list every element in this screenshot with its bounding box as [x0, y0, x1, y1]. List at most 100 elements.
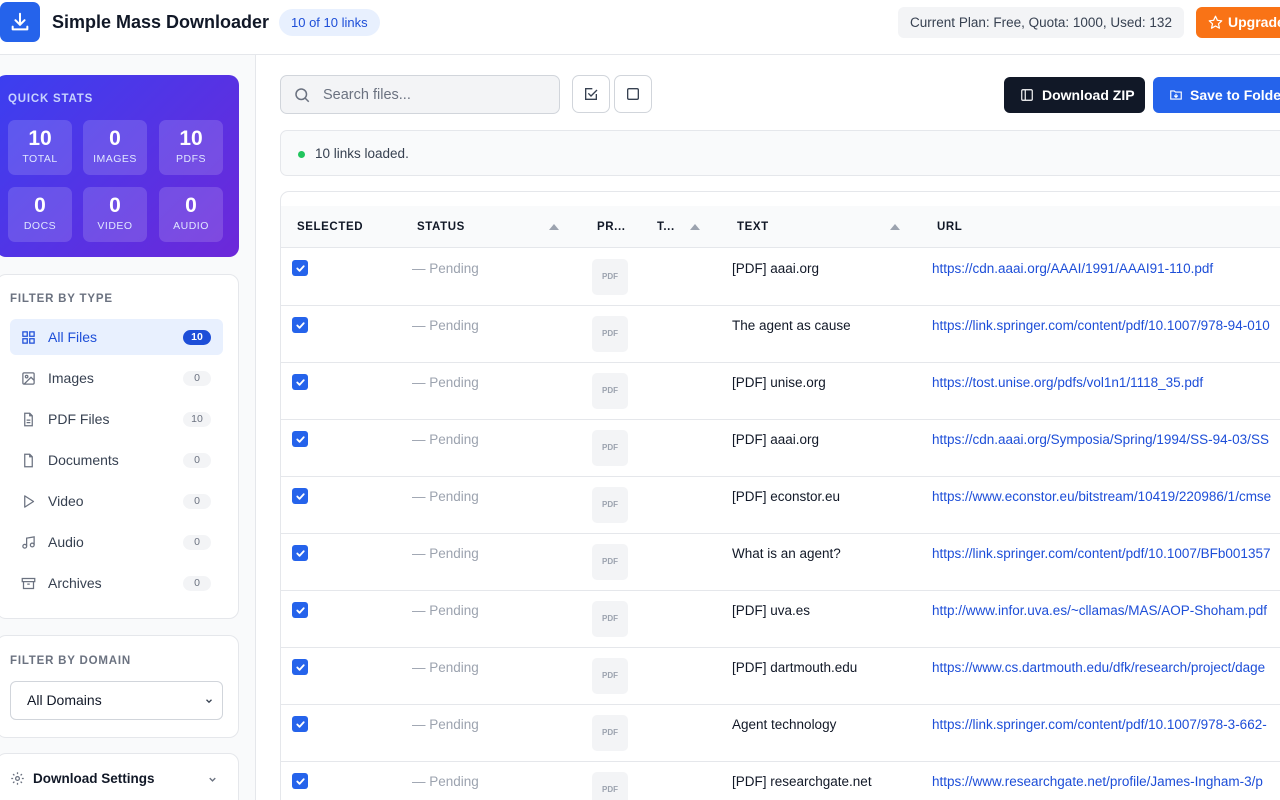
table-row[interactable]: — Pending PDF What is an agent? https://lin… — [281, 534, 1280, 591]
row-checkbox[interactable] — [292, 374, 308, 390]
star-icon — [1208, 15, 1223, 29]
row-checkbox[interactable] — [292, 716, 308, 732]
checkmark-icon — [295, 663, 305, 671]
row-checkbox[interactable] — [292, 602, 308, 618]
row-status: — Pending — [412, 717, 479, 732]
stat-label: TOTAL — [22, 153, 58, 165]
row-url-link[interactable]: https://link.springer.com/content/pdf/10… — [932, 318, 1280, 333]
filter-images[interactable]: Images 0 — [10, 360, 223, 396]
table-row[interactable]: — Pending PDF The agent as cause https://li… — [281, 306, 1280, 363]
filter-label: Documents — [48, 452, 119, 468]
row-status: — Pending — [412, 546, 479, 561]
filter-by-type-panel: FILTER BY TYPE All Files 10 Images 0 PDF… — [0, 274, 239, 619]
search-input[interactable] — [323, 76, 553, 113]
filter-by-domain-panel: FILTER BY DOMAIN All Domains — [0, 635, 239, 738]
upgrade-button[interactable]: Upgrade — [1196, 7, 1280, 38]
download-settings-panel[interactable]: Download Settings — [0, 753, 239, 800]
row-checkbox[interactable] — [292, 773, 308, 789]
row-text: What is an agent? — [732, 546, 841, 561]
row-checkbox[interactable] — [292, 545, 308, 561]
column-preview[interactable]: PR... — [597, 206, 626, 248]
stat-images: 0 IMAGES — [83, 120, 147, 175]
pdf-thumbnail: PDF — [592, 259, 628, 295]
table-row[interactable]: — Pending PDF [PDF] dartmouth.edu https://w… — [281, 648, 1280, 705]
row-checkbox[interactable] — [292, 659, 308, 675]
column-type[interactable]: T... — [657, 206, 675, 248]
column-selected[interactable]: SELECTED — [297, 206, 363, 248]
row-status: — Pending — [412, 774, 479, 789]
pdf-thumbnail: PDF — [592, 430, 628, 466]
row-status: — Pending — [412, 375, 479, 390]
select-all-button[interactable] — [572, 75, 610, 113]
gear-icon — [11, 772, 24, 785]
row-text: [PDF] aaai.org — [732, 432, 820, 447]
row-url-link[interactable]: https://www.econstor.eu/bitstream/10419/… — [932, 489, 1280, 504]
checkmark-icon — [295, 378, 305, 386]
save-to-folder-button[interactable]: Save to Folder — [1153, 77, 1280, 113]
status-dot-icon — [298, 151, 305, 158]
filter-label: Audio — [48, 534, 84, 550]
table-row[interactable]: — Pending PDF [PDF] aaai.org https://cdn.aa… — [281, 249, 1280, 306]
filter-pdf-files[interactable]: PDF Files 10 — [10, 401, 223, 437]
file-text-icon — [20, 411, 36, 427]
pdf-thumbnail: PDF — [592, 715, 628, 751]
filter-all-files[interactable]: All Files 10 — [10, 319, 223, 355]
filter-documents[interactable]: Documents 0 — [10, 442, 223, 478]
filter-audio[interactable]: Audio 0 — [10, 524, 223, 560]
stat-value: 0 — [109, 194, 121, 217]
table-row[interactable]: — Pending PDF [PDF] uva.es http://www.infor… — [281, 591, 1280, 648]
checkbox-checked-icon — [585, 88, 598, 100]
filter-count: 0 — [183, 493, 211, 509]
row-url-link[interactable]: https://link.springer.com/content/pdf/10… — [932, 717, 1280, 732]
row-url-link[interactable]: http://www.infor.uva.es/~cllamas/MAS/AOP… — [932, 603, 1280, 618]
row-checkbox[interactable] — [292, 488, 308, 504]
stat-pdfs: 10 PDFS — [159, 120, 223, 175]
row-url-link[interactable]: https://link.springer.com/content/pdf/10… — [932, 546, 1280, 561]
row-url-link[interactable]: https://cdn.aaai.org/AAAI/1991/AAAI91-11… — [932, 261, 1280, 276]
plan-info: Current Plan: Free, Quota: 1000, Used: 1… — [898, 7, 1184, 38]
row-url-link[interactable]: https://www.cs.dartmouth.edu/dfk/researc… — [932, 660, 1280, 675]
filter-count: 0 — [183, 370, 211, 386]
quick-stats-title: QUICK STATS — [8, 93, 94, 105]
search-box — [280, 75, 560, 114]
table-row[interactable]: — Pending PDF [PDF] aaai.org https://cdn.aa… — [281, 420, 1280, 477]
play-icon — [20, 493, 36, 509]
pdf-thumbnail: PDF — [592, 772, 628, 800]
stat-label: PDFS — [175, 153, 206, 165]
checkbox-empty-icon — [627, 88, 639, 100]
table-row[interactable]: — Pending PDF [PDF] econstor.eu https://www… — [281, 477, 1280, 534]
table-row[interactable]: — Pending PDF [PDF] unise.org https://tost.… — [281, 363, 1280, 420]
sort-up-icon[interactable] — [890, 224, 900, 230]
row-text: [PDF] econstor.eu — [732, 489, 841, 504]
row-checkbox[interactable] — [292, 317, 308, 333]
row-url-link[interactable]: https://tost.unise.org/pdfs/vol1n1/1118_… — [932, 375, 1280, 390]
row-checkbox[interactable] — [292, 431, 308, 447]
deselect-all-button[interactable] — [614, 75, 652, 113]
row-text: [PDF] researchgate.net — [732, 774, 872, 789]
table-row[interactable]: — Pending PDF Agent technology https://link… — [281, 705, 1280, 762]
checkmark-icon — [295, 321, 305, 329]
pdf-thumbnail: PDF — [592, 658, 628, 694]
app-title: Simple Mass Downloader — [52, 12, 270, 32]
domain-select[interactable]: All Domains — [10, 681, 223, 720]
filter-domain-title: FILTER BY DOMAIN — [10, 655, 131, 667]
row-text: Agent technology — [732, 717, 837, 732]
download-zip-label: Download ZIP — [1042, 87, 1135, 103]
stat-value: 0 — [109, 127, 121, 150]
folder-download-icon — [1170, 90, 1182, 100]
table-row[interactable]: — Pending PDF [PDF] researchgate.net https:… — [281, 762, 1280, 800]
row-url-link[interactable]: https://cdn.aaai.org/Symposia/Spring/199… — [932, 432, 1280, 447]
row-status: — Pending — [412, 261, 479, 276]
column-url[interactable]: URL — [937, 206, 962, 248]
filter-archives[interactable]: Archives 0 — [10, 565, 223, 601]
row-checkbox[interactable] — [292, 260, 308, 276]
stat-label: AUDIO — [173, 220, 209, 232]
row-url-link[interactable]: https://www.researchgate.net/profile/Jam… — [932, 774, 1280, 789]
sort-up-icon[interactable] — [690, 224, 700, 230]
download-zip-button[interactable]: Download ZIP — [1004, 77, 1145, 113]
column-text[interactable]: TEXT — [737, 206, 769, 248]
filter-video[interactable]: Video 0 — [10, 483, 223, 519]
column-status[interactable]: STATUS — [417, 206, 465, 248]
sidebar: QUICK STATS 10 TOTAL 0 IMAGES 10 PDFS 0 DOCS… — [0, 55, 256, 800]
sort-up-icon[interactable] — [549, 224, 559, 230]
